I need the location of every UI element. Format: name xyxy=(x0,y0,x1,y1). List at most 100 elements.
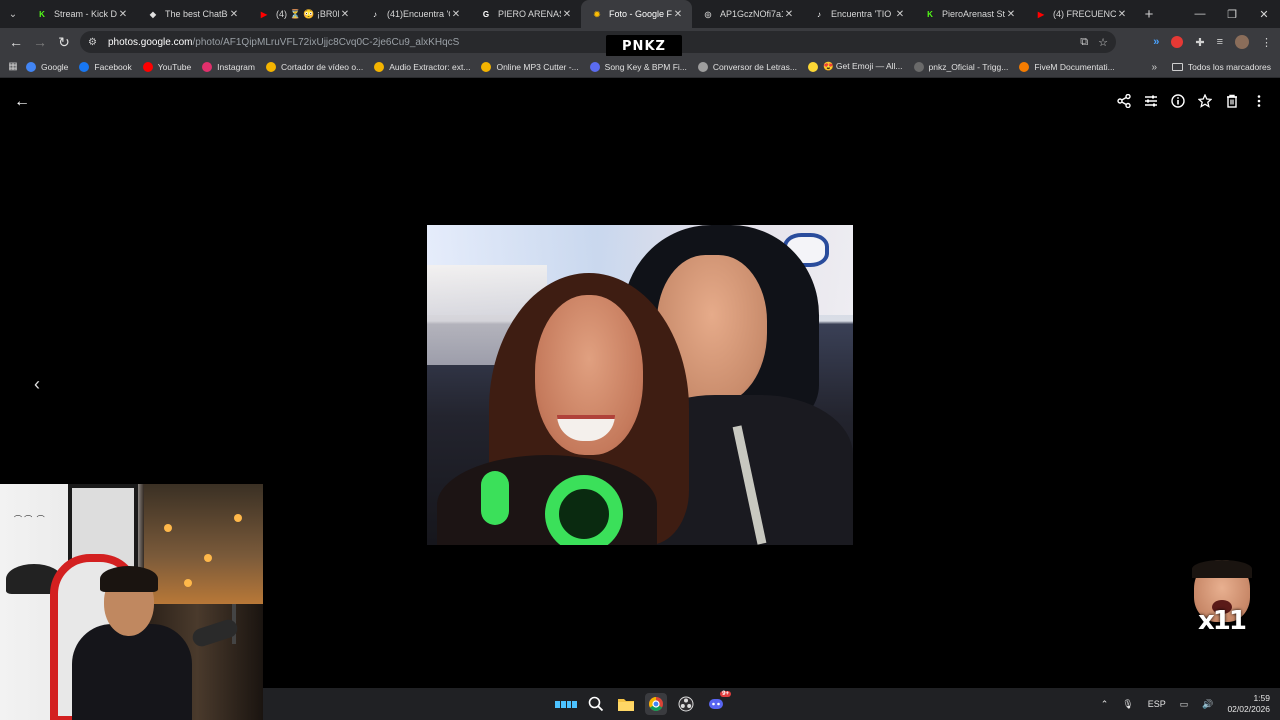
favorite-star-icon[interactable] xyxy=(1195,91,1214,111)
reload-button[interactable]: ↻ xyxy=(52,30,76,54)
more-options-icon[interactable] xyxy=(1249,91,1268,111)
address-bar[interactable]: ⚙ photos.google.com/photo/AF1QipMLruVFL7… xyxy=(80,31,1116,53)
tab-close-icon[interactable]: ✕ xyxy=(783,9,795,20)
tab-label: Foto - Google Fot xyxy=(609,9,672,19)
bookmark-item[interactable]: Instagram xyxy=(202,61,255,72)
tab-close-icon[interactable]: ✕ xyxy=(894,9,906,20)
browser-tab[interactable]: G PIERO ARENAS - |✕ xyxy=(470,0,581,28)
close-window-button[interactable]: ✕ xyxy=(1248,0,1280,28)
bookmark-favicon-icon xyxy=(697,61,708,72)
bookmark-label: Cortador de vídeo o... xyxy=(280,61,364,72)
minimize-button[interactable]: — xyxy=(1184,0,1216,28)
tab-close-icon[interactable]: ✕ xyxy=(561,9,573,20)
bookmark-item[interactable]: Song Key & BPM Fi... xyxy=(589,61,687,72)
tab-close-icon[interactable]: ✕ xyxy=(1005,9,1017,20)
bookmark-item[interactable]: Facebook xyxy=(79,61,132,72)
browser-tab[interactable]: ◆ The best ChatBot✕ xyxy=(137,0,248,28)
previous-photo-button[interactable]: ‹ xyxy=(28,374,46,394)
volume-icon[interactable]: 🔊 xyxy=(1202,699,1213,710)
bookmark-favicon-icon xyxy=(1019,61,1030,72)
search-icon[interactable] xyxy=(585,693,607,715)
extension-audio-icon[interactable]: » xyxy=(1153,36,1159,48)
tab-close-icon[interactable]: ✕ xyxy=(1116,9,1128,20)
browser-tab[interactable]: ♪ Encuentra 'TIO FR✕ xyxy=(803,0,914,28)
start-windows-icon[interactable] xyxy=(555,693,577,715)
tab-label: AP1GczNOfi7a15i xyxy=(720,9,783,19)
tab-favicon-icon: G xyxy=(482,9,490,19)
discord-icon[interactable]: 9+ xyxy=(705,691,731,715)
tab-close-icon[interactable]: ✕ xyxy=(117,9,129,20)
sticker-count: x11 xyxy=(1198,606,1247,636)
bookmark-item[interactable]: Online MP3 Cutter -... xyxy=(481,61,579,72)
window-controls: — ❐ ✕ xyxy=(1184,0,1280,28)
share-icon[interactable] xyxy=(1114,91,1133,111)
browser-tab[interactable]: ♪ (41)Encuentra 'OJ✕ xyxy=(359,0,470,28)
new-tab-button[interactable]: + xyxy=(1136,6,1162,23)
browser-menu-icon[interactable]: ⋮ xyxy=(1261,36,1272,49)
bookmark-item[interactable]: Google xyxy=(26,61,68,72)
profile-avatar[interactable] xyxy=(1235,35,1249,49)
browser-tab[interactable]: ◎ AP1GczNOfi7a15i✕ xyxy=(692,0,803,28)
bookmark-favicon-icon xyxy=(265,61,276,72)
bookmark-item[interactable]: Conversor de Letras... xyxy=(697,61,797,72)
browser-tab[interactable]: K PieroArenast Stre✕ xyxy=(914,0,1025,28)
bookmark-favicon-icon xyxy=(26,61,36,72)
viewer-back-button[interactable]: ← xyxy=(12,93,32,111)
bookmark-favicon-icon xyxy=(807,61,818,72)
bookmark-favicon-icon xyxy=(79,61,90,72)
bookmark-label: FiveM Documentati... xyxy=(1034,61,1115,72)
windows-taskbar: 9+ ⌃ 🎙 ESP ▭ 🔊 1:59 02/02/2026 xyxy=(263,688,1280,720)
bookmark-item[interactable]: FiveM Documentati... xyxy=(1019,61,1115,72)
tray-overflow-chevron-icon[interactable]: ⌃ xyxy=(1101,699,1109,710)
bookmark-item[interactable]: 😍 Get Emoji — All... xyxy=(807,61,903,72)
tab-search-button[interactable]: ⌄ xyxy=(0,0,26,28)
clock[interactable]: 1:59 02/02/2026 xyxy=(1227,693,1270,715)
tab-close-icon[interactable]: ✕ xyxy=(672,9,684,20)
browser-tab[interactable]: K Stream - Kick Da ✕ xyxy=(26,0,137,28)
reading-list-icon[interactable]: ≡ xyxy=(1217,36,1223,48)
back-button[interactable]: ← xyxy=(4,30,28,54)
bookmark-item[interactable]: Audio Extractor: ext... xyxy=(374,61,470,72)
url-host: photos.google.com xyxy=(108,36,193,48)
info-icon[interactable] xyxy=(1168,91,1187,111)
apps-grid-icon[interactable]: ▦ xyxy=(0,61,26,72)
wall-decal-birds: ⌒ ⌒ ⌒ xyxy=(14,515,45,524)
photo-image[interactable] xyxy=(427,225,853,545)
network-icon[interactable]: ▭ xyxy=(1180,699,1189,710)
tab-label: PieroArenast Stre xyxy=(942,9,1005,19)
extension-red-icon[interactable] xyxy=(1171,36,1184,48)
tab-favicon-icon: K xyxy=(927,9,933,19)
browser-tab[interactable]: ▶ (4) FRECUENCIA I✕ xyxy=(1025,0,1136,28)
extensions-puzzle-icon[interactable]: ✚ xyxy=(1195,36,1204,49)
tab-label: Stream - Kick Da xyxy=(54,9,117,19)
language-indicator[interactable]: ESP xyxy=(1148,699,1166,709)
microphone-icon[interactable]: 🎙 xyxy=(1122,699,1133,710)
bookmark-star-icon[interactable]: ☆ xyxy=(1098,36,1108,49)
chrome-icon[interactable] xyxy=(645,693,667,715)
tab-close-icon[interactable]: ✕ xyxy=(339,9,351,20)
bookmarks-more-button[interactable]: » xyxy=(1151,56,1157,78)
tab-favicon-icon: ◎ xyxy=(704,9,712,19)
taskbar-apps: 9+ xyxy=(555,688,731,720)
bookmark-item[interactable]: pnkz_Oficial - Trigg... xyxy=(913,61,1008,72)
bookmark-item[interactable]: Cortador de vídeo o... xyxy=(265,61,364,72)
browser-tab[interactable]: ✹ Foto - Google Fot✕ xyxy=(581,0,692,28)
tab-label: Encuentra 'TIO FR xyxy=(831,9,894,19)
forward-button[interactable]: → xyxy=(28,30,52,54)
all-bookmarks-folder[interactable]: Todos los marcadores xyxy=(1171,56,1271,78)
tab-label: (4) FRECUENCIA I xyxy=(1053,9,1116,19)
tab-close-icon[interactable]: ✕ xyxy=(228,9,240,20)
delete-trash-icon[interactable] xyxy=(1222,91,1241,111)
bookmark-favicon-icon xyxy=(589,61,600,72)
install-app-icon[interactable]: ⧉ xyxy=(1080,36,1088,49)
tab-favicon-icon: ▶ xyxy=(1037,9,1045,19)
bookmark-item[interactable]: YouTube xyxy=(142,61,192,72)
file-explorer-icon[interactable] xyxy=(615,693,637,715)
edit-adjust-icon[interactable] xyxy=(1141,91,1160,111)
site-info-icon[interactable]: ⚙ xyxy=(88,37,102,48)
bookmark-label: YouTube xyxy=(157,61,192,72)
restore-button[interactable]: ❐ xyxy=(1216,0,1248,28)
obs-icon[interactable] xyxy=(675,693,697,715)
browser-tab[interactable]: ▶ (4) ⏳ 😳 ¡BR0NC✕ xyxy=(248,0,359,28)
tab-close-icon[interactable]: ✕ xyxy=(450,9,462,20)
